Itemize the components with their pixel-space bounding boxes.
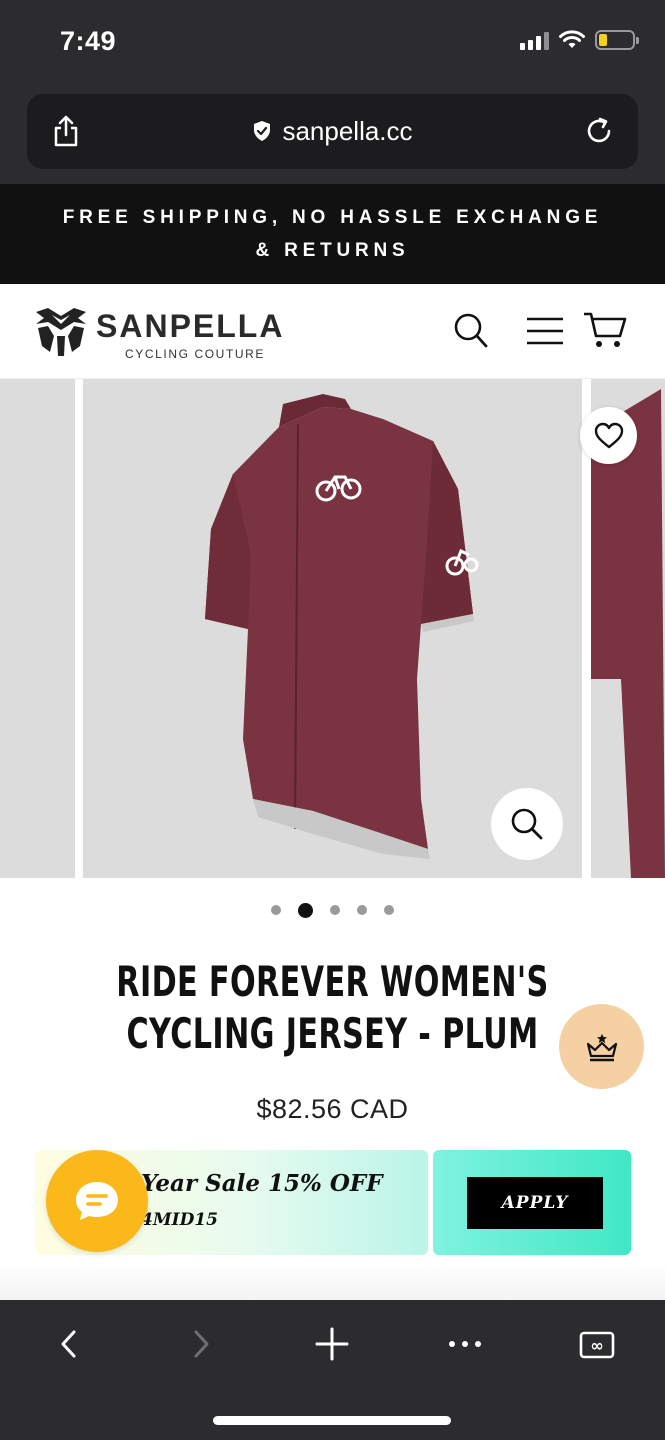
more-button[interactable] <box>443 1322 487 1366</box>
coupon-code: 4MID15 <box>141 1210 218 1230</box>
rewards-button[interactable] <box>559 1004 644 1089</box>
apply-coupon-button[interactable]: APPLY <box>467 1177 603 1229</box>
content-fade <box>0 1262 665 1300</box>
crown-icon <box>586 1033 617 1061</box>
back-button[interactable] <box>46 1322 90 1366</box>
address-bar[interactable]: sanpella.cc <box>27 94 638 169</box>
reload-icon[interactable] <box>584 116 614 146</box>
wishlist-button[interactable] <box>580 407 637 464</box>
zoom-button[interactable] <box>491 788 563 860</box>
coupon-divider <box>428 1156 431 1248</box>
brand-name: SANPELLA <box>96 308 285 344</box>
sanpella-logo-icon <box>36 308 86 356</box>
carousel-dot[interactable] <box>357 905 367 915</box>
home-indicator <box>213 1416 451 1425</box>
product-title: RIDE FOREVER WOMEN'S CYCLING JERSEY - PL… <box>116 957 549 1058</box>
menu-icon[interactable] <box>526 316 564 346</box>
magnifier-icon <box>511 808 543 840</box>
product-price: $82.56 CAD <box>256 1094 409 1124</box>
announcement-line-2: & RETURNS <box>255 240 410 261</box>
carousel-dot[interactable] <box>271 905 281 915</box>
tabs-badge: ∞ <box>590 1336 603 1355</box>
search-icon[interactable] <box>453 312 489 350</box>
url-text: sanpella.cc <box>282 116 413 146</box>
shield-icon <box>254 121 271 142</box>
browser-toolbar: ∞ <box>0 1300 665 1440</box>
status-icons <box>520 30 639 50</box>
back-icon <box>61 1330 76 1358</box>
brand-tagline: CYCLING COUTURE <box>125 347 266 361</box>
tabs-icon: ∞ <box>579 1331 615 1359</box>
chat-bubble-icon <box>76 1182 118 1220</box>
carousel-dot[interactable] <box>384 905 394 915</box>
carousel-dot-active[interactable] <box>298 902 313 918</box>
wifi-icon <box>559 30 585 48</box>
forward-icon <box>194 1330 209 1358</box>
url-display[interactable]: sanpella.cc <box>27 116 638 147</box>
cart-icon[interactable] <box>582 310 628 350</box>
product-image-carousel[interactable] <box>0 379 665 878</box>
announcement-bar: FREE SHIPPING, NO HASSLE EXCHANGE & RETU… <box>0 184 665 284</box>
carousel-pagination <box>0 900 665 920</box>
announcement-line-1: FREE SHIPPING, NO HASSLE EXCHANGE <box>62 207 603 228</box>
coupon-title: Year Sale 15% OFF <box>141 1170 383 1197</box>
chat-button[interactable] <box>46 1150 148 1252</box>
carousel-dot[interactable] <box>330 905 340 915</box>
browser-chrome: 7:49 sanpella.cc <box>0 0 665 184</box>
more-icon <box>449 1341 481 1347</box>
heart-icon <box>594 422 623 448</box>
tabs-button[interactable]: ∞ <box>575 1322 619 1366</box>
brand-logo[interactable]: SANPELLA CYCLING COUTURE <box>32 304 312 364</box>
carousel-slide-previous[interactable] <box>0 379 75 878</box>
new-tab-icon <box>315 1327 349 1361</box>
site-header: SANPELLA CYCLING COUTURE <box>0 284 665 379</box>
battery-icon <box>595 30 639 50</box>
status-time: 7:49 <box>60 26 117 56</box>
forward-button[interactable] <box>180 1322 224 1366</box>
new-tab-button[interactable] <box>310 1322 354 1366</box>
cellular-signal-icon <box>520 30 549 50</box>
